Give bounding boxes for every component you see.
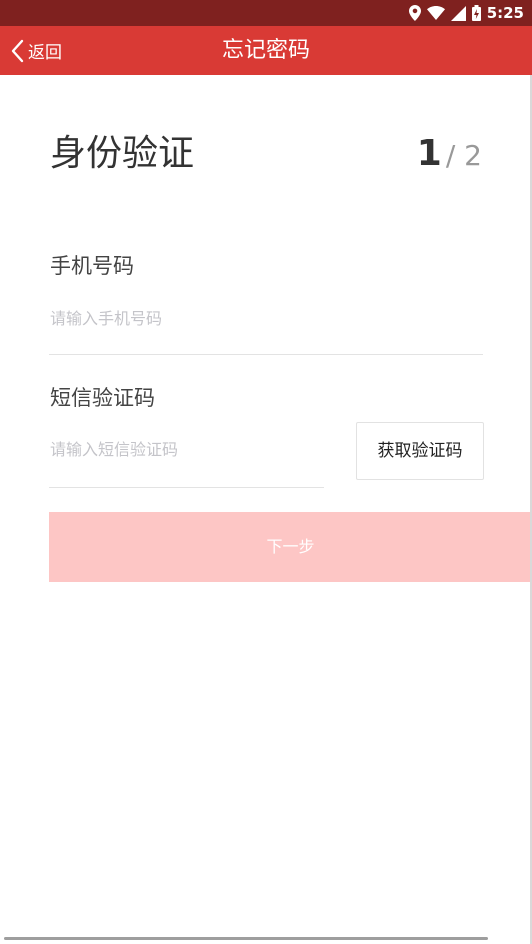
sms-code-input[interactable] <box>48 432 326 466</box>
page-title: 忘记密码 <box>221 38 310 63</box>
status-icons: 5:25 <box>408 4 524 22</box>
step-total: / 2 <box>445 139 482 172</box>
signal-icon <box>450 5 466 21</box>
section-heading: 身份验证 <box>50 133 195 174</box>
sms-code-label: 短信验证码 <box>50 386 155 410</box>
step-current: 1 <box>416 133 442 174</box>
battery-icon <box>471 5 481 21</box>
step-indicator: 1/ 2 <box>417 130 482 184</box>
sms-code-divider <box>49 487 324 488</box>
chevron-left-icon <box>11 39 24 62</box>
status-bar: 5:25 <box>0 0 532 26</box>
wifi-icon <box>426 6 445 20</box>
next-button[interactable]: 下一步 <box>49 512 532 582</box>
status-time: 5:25 <box>486 4 524 22</box>
back-label: 返回 <box>28 43 62 63</box>
phone-divider <box>49 354 483 355</box>
location-icon <box>408 5 421 21</box>
horizontal-scrollbar[interactable] <box>4 937 488 940</box>
back-button[interactable]: 返回 <box>10 26 62 75</box>
phone-label: 手机号码 <box>50 254 134 278</box>
get-code-button[interactable]: 获取验证码 <box>356 422 484 480</box>
nav-bar: 返回 忘记密码 <box>0 26 532 75</box>
phone-input[interactable] <box>48 301 486 335</box>
